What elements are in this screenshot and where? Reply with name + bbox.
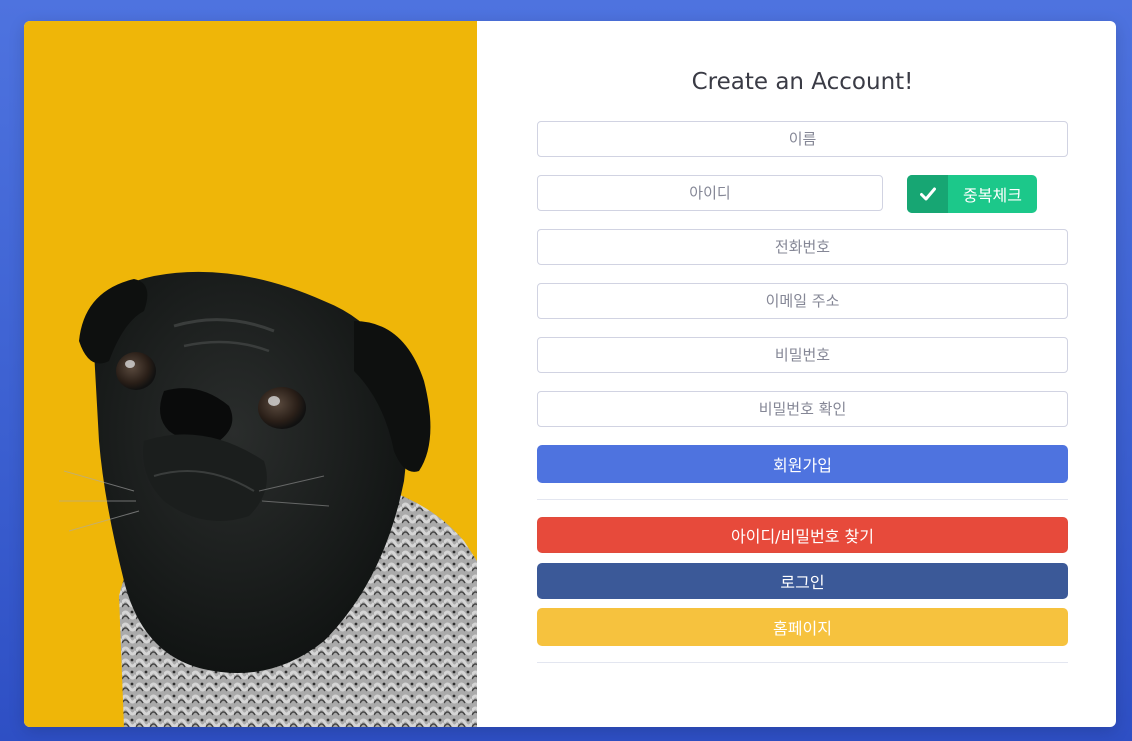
duplicate-check-label: 중복체크 xyxy=(963,186,1022,205)
pug-photo xyxy=(24,21,477,727)
check-icon xyxy=(907,175,948,213)
phone-input[interactable] xyxy=(537,229,1068,265)
register-form: Create an Account! 중복체크 회원가입 아이디/비밀번호 찾기… xyxy=(537,21,1068,727)
find-account-button[interactable]: 아이디/비밀번호 찾기 xyxy=(537,517,1068,553)
homepage-button[interactable]: 홈페이지 xyxy=(537,608,1068,646)
divider xyxy=(537,662,1068,663)
login-button[interactable]: 로그인 xyxy=(537,563,1068,599)
register-card: Create an Account! 중복체크 회원가입 아이디/비밀번호 찾기… xyxy=(24,21,1116,727)
id-input[interactable] xyxy=(537,175,883,211)
name-input[interactable] xyxy=(537,121,1068,157)
password-confirm-input[interactable] xyxy=(537,391,1068,427)
duplicate-check-button[interactable]: 중복체크 xyxy=(907,175,1037,213)
password-input[interactable] xyxy=(537,337,1068,373)
register-button[interactable]: 회원가입 xyxy=(537,445,1068,483)
divider xyxy=(537,499,1068,500)
page-title: Create an Account! xyxy=(691,69,914,95)
email-input[interactable] xyxy=(537,283,1068,319)
